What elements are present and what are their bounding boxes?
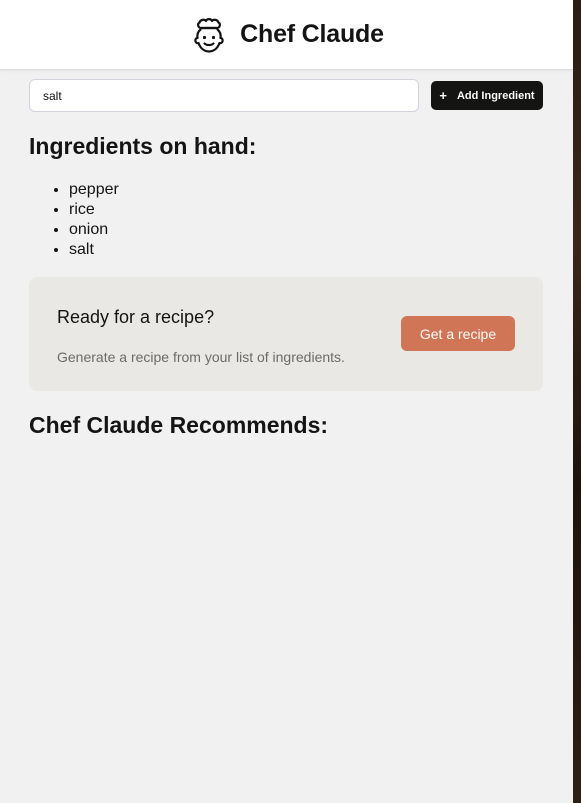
plus-icon: +: [439, 88, 447, 103]
add-ingredient-label: Add Ingredient: [456, 89, 535, 102]
recipe-card-description: Generate a recipe from your list of ingr…: [57, 349, 345, 365]
get-recipe-card: Ready for a recipe? Generate a recipe fr…: [29, 277, 543, 391]
list-item: pepper: [69, 180, 119, 200]
add-ingredient-form: + Add Ingredient: [29, 79, 543, 112]
get-recipe-button[interactable]: Get a recipe: [401, 316, 515, 351]
app-header: Chef Claude: [0, 0, 573, 70]
ingredient-input[interactable]: [29, 79, 419, 112]
chef-face-icon: [194, 17, 224, 53]
recommends-heading: Chef Claude Recommends:: [29, 412, 329, 438]
list-item: rice: [69, 200, 119, 220]
ingredients-heading: Ingredients on hand:: [29, 133, 257, 159]
add-ingredient-button[interactable]: + Add Ingredient: [431, 81, 543, 110]
list-item: salt: [69, 240, 119, 260]
list-item: onion: [69, 220, 119, 240]
app-title: Chef Claude: [240, 20, 384, 48]
recipe-card-heading: Ready for a recipe?: [57, 307, 215, 327]
app-page: Chef Claude + Add Ingredient Ingredients…: [0, 0, 573, 803]
background-edge: [573, 0, 581, 803]
ingredients-list: pepper rice onion salt: [29, 180, 119, 260]
